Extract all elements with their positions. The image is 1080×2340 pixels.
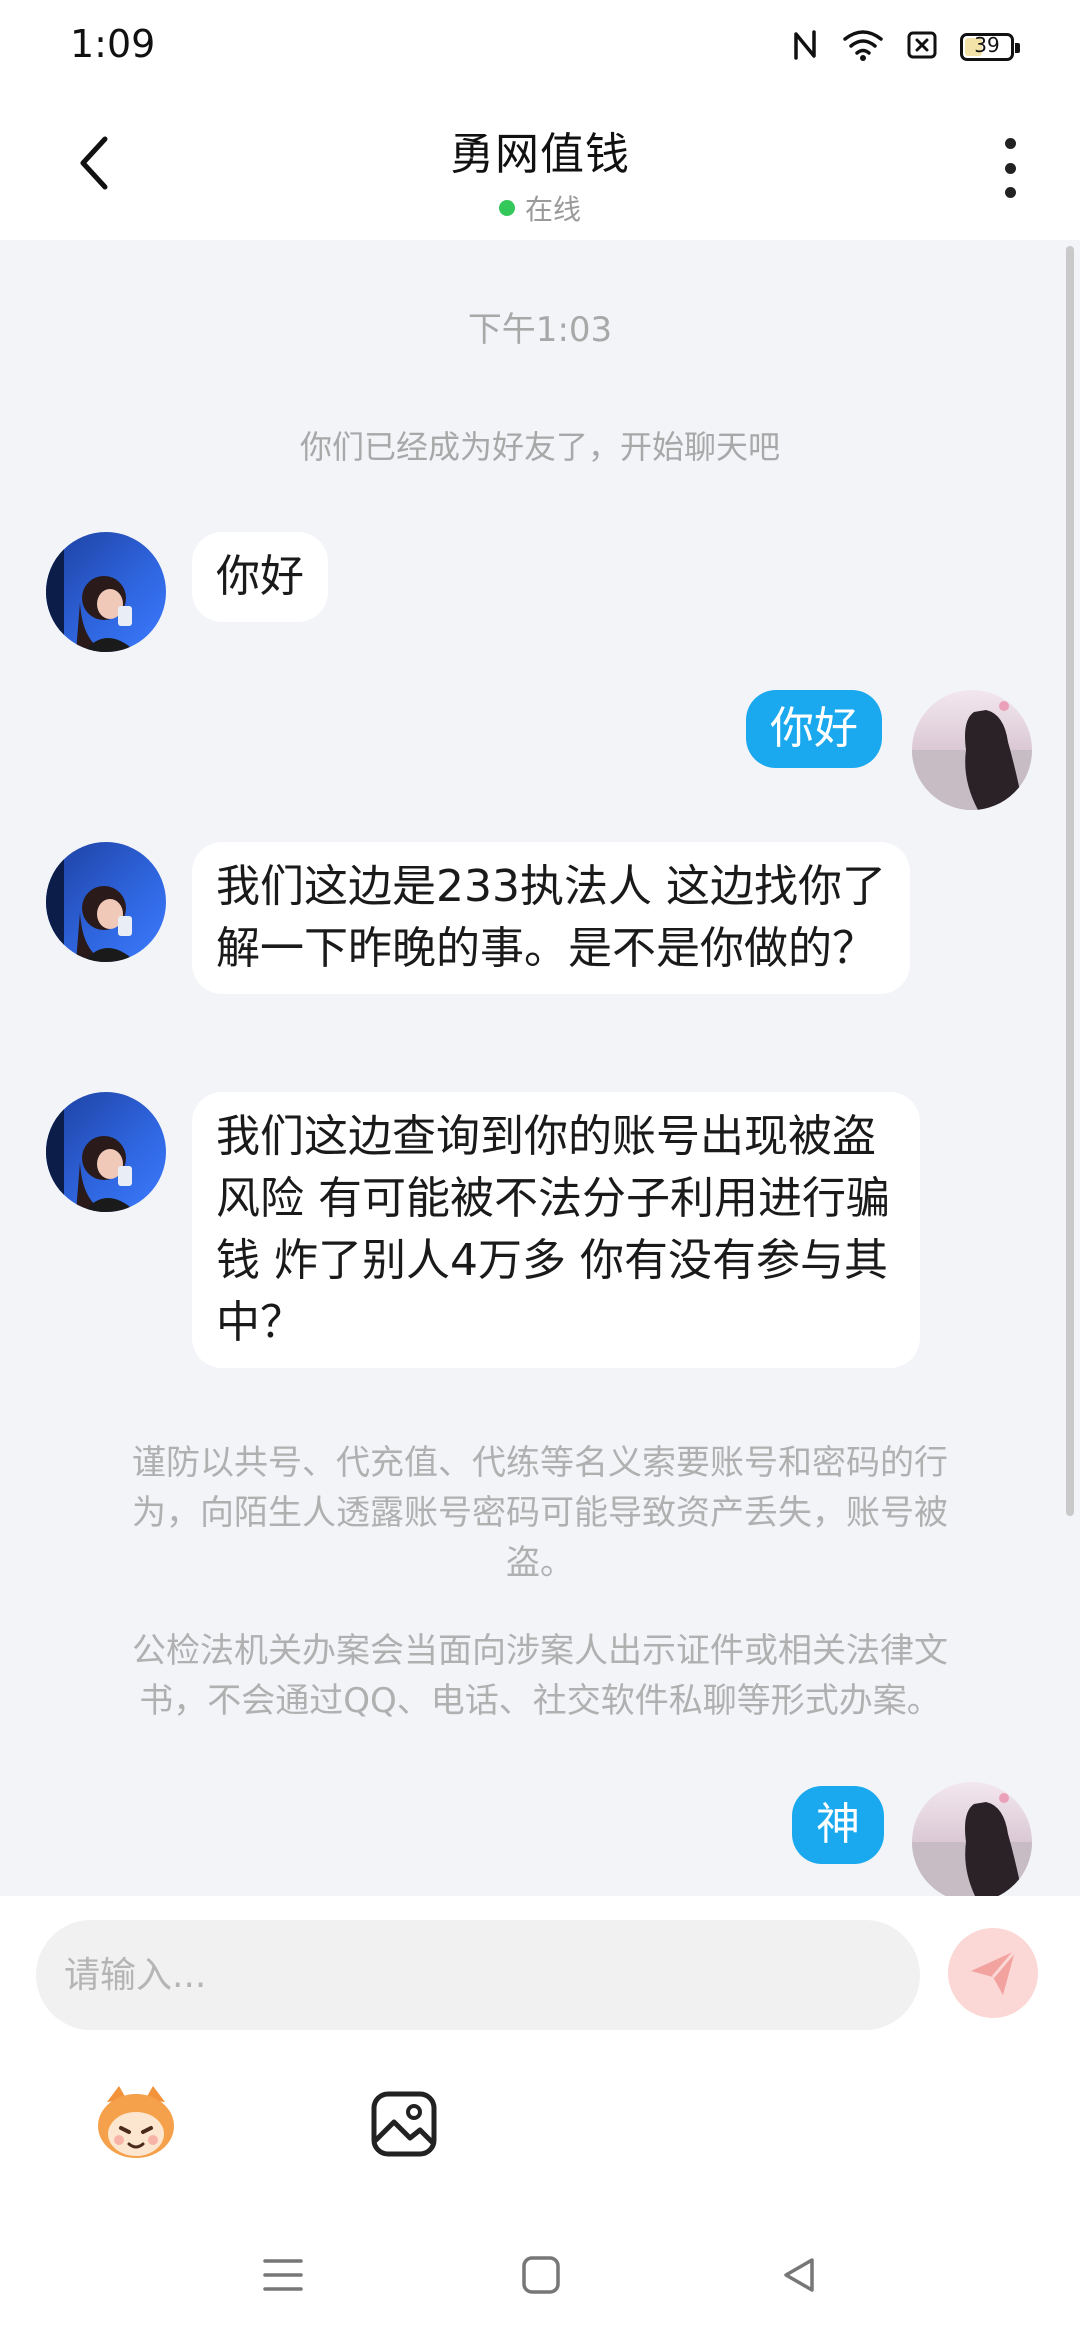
message-timestamp: 下午1:03	[467, 310, 613, 350]
message-bubble-self[interactable]: 神	[792, 1786, 884, 1864]
menu-icon	[263, 2259, 303, 2291]
more-options-button[interactable]	[990, 138, 1030, 198]
emoji-mascot-icon	[98, 2086, 174, 2158]
peer-avatar[interactable]	[46, 532, 166, 652]
self-avatar[interactable]	[912, 1782, 1032, 1896]
safety-notice: 谨防以共号、代充值、代练等名义索要账号和密码的行为，向陌生人透露账号密码可能导致…	[132, 1443, 948, 1583]
message-bubble-self[interactable]: 你好	[746, 690, 882, 768]
battery-level: 39	[974, 33, 1000, 57]
safety-notice: 公检法机关办案会当面向涉案人出示证件或相关法律文书，不会通过QQ、电话、社交软件…	[132, 1631, 948, 1721]
nfc-icon	[790, 28, 820, 66]
image-button[interactable]	[356, 2076, 452, 2172]
message-input[interactable]	[36, 1920, 920, 2030]
home-square-icon	[522, 2256, 560, 2294]
presence-text: 在线	[524, 193, 581, 226]
image-icon	[371, 2091, 437, 2157]
peer-avatar[interactable]	[46, 1092, 166, 1212]
battery-icon: 39	[960, 33, 1020, 61]
message-bubble-peer[interactable]: 我们这边查询到你的账号出现被盗风险 有可能被不法分子利用进行骗钱 炸了别人4万多…	[192, 1092, 920, 1368]
status-icons: 39	[790, 28, 1020, 66]
chat-header: 勇网值钱 在线	[0, 96, 1080, 240]
message-bubble-peer[interactable]: 我们这边是233执法人 这边找你了解一下昨晚的事。是不是你做的？	[192, 842, 910, 994]
send-button[interactable]	[948, 1928, 1038, 2018]
message-list[interactable]: 下午1:03 你们已经成为好友了，开始聊天吧 你好 你好 我们这边是233执法人…	[0, 240, 1080, 1896]
wifi-icon	[842, 28, 884, 66]
system-message: 你们已经成为好友了，开始聊天吧	[299, 428, 780, 466]
system-back-button[interactable]	[764, 2240, 834, 2310]
contact-info: 勇网值钱 在线	[0, 118, 1080, 228]
status-time: 1:09	[70, 22, 156, 66]
chat-screen: 1:09 39 勇网值钱 在线 下午1:03 你们已经成为好友了，开始聊天吧 你…	[0, 0, 1080, 2340]
self-avatar[interactable]	[912, 690, 1032, 810]
more-vertical-icon	[1004, 138, 1016, 149]
back-triangle-icon	[784, 2258, 814, 2292]
home-button[interactable]	[506, 2240, 576, 2310]
system-nav-bar	[0, 2210, 1080, 2340]
presence-indicator: 在线	[0, 188, 1080, 228]
sim-off-icon	[906, 30, 938, 64]
contact-name: 勇网值钱	[450, 129, 630, 180]
paper-plane-icon	[971, 1950, 1017, 1995]
message-bubble-peer[interactable]: 你好	[192, 532, 328, 622]
recents-button[interactable]	[248, 2240, 318, 2310]
emoji-button[interactable]	[88, 2074, 184, 2170]
peer-avatar[interactable]	[46, 842, 166, 962]
online-dot-icon	[498, 200, 515, 216]
status-bar: 1:09 39	[0, 0, 1080, 96]
